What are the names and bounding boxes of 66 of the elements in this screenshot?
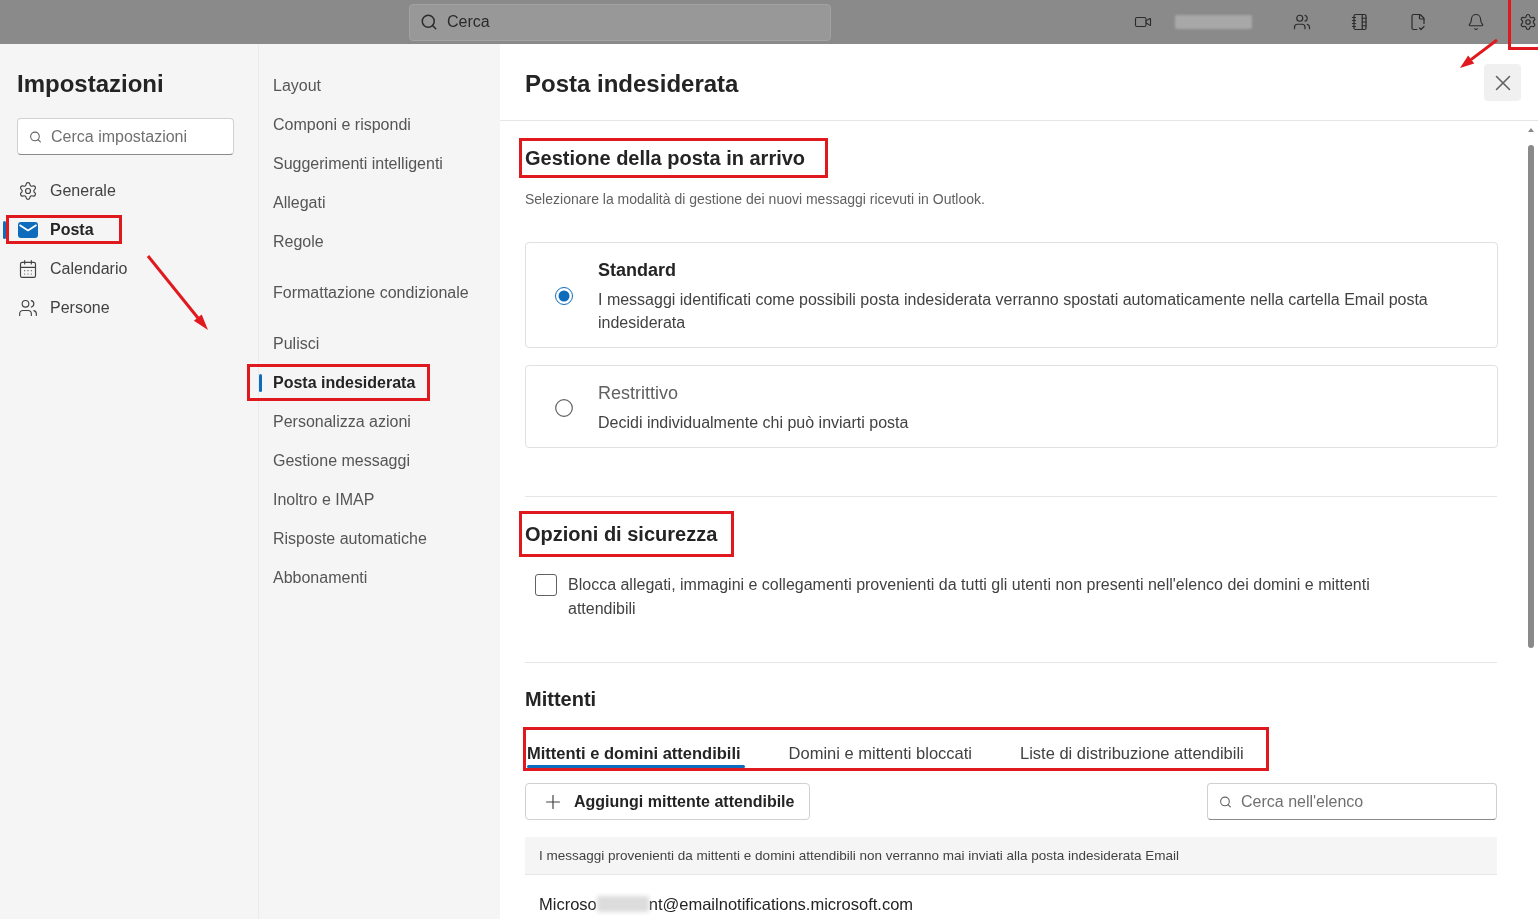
notifications-button[interactable] — [1466, 12, 1486, 32]
envelope-icon — [18, 221, 38, 238]
section-heading: Gestione della posta in arrivo — [525, 146, 806, 171]
nav-item[interactable]: Posta — [18, 218, 94, 241]
menu-item[interactable]: Personalizza azioni — [273, 410, 411, 433]
menu-item[interactable]: Abbonamenti — [273, 566, 368, 589]
nav-item[interactable]: Generale — [18, 179, 116, 202]
selection-bar — [3, 220, 6, 239]
option-description: I messaggi identificati come possibili posta indesiderata verranno spostati automaticamente nella cartella Email posta indesiderata — [598, 290, 1429, 333]
radio-button[interactable] — [555, 287, 573, 305]
bell-icon — [1467, 13, 1485, 31]
option-description: Decidi individualmente chi può inviarti posta — [598, 413, 910, 433]
menu-item[interactable]: Inoltro e IMAP — [273, 488, 375, 511]
panel-title: Posta indesiderata — [525, 69, 739, 99]
settings-icon — [1519, 13, 1537, 31]
arrow-icon — [1457, 37, 1500, 71]
menu-item[interactable]: Pulisci — [273, 332, 320, 355]
close-button[interactable] — [1484, 64, 1521, 101]
add-sender-button[interactable]: Aggiungi mittente attendibile — [525, 783, 811, 820]
notice-text: I messaggi provenienti da mittenti e domini attendibili non verranno mai inviati alla posta indesiderata Email — [539, 846, 1180, 865]
option-title: Restrittivo — [598, 382, 678, 405]
menu-item[interactable]: Layout — [273, 74, 322, 97]
search-icon — [420, 13, 438, 31]
notebook-icon — [1351, 13, 1369, 31]
menu-item[interactable]: Formattazione condizionale — [273, 281, 469, 304]
people-icon — [1293, 13, 1311, 31]
gear-icon — [18, 180, 38, 201]
menu-item[interactable]: Gestione messaggi — [273, 449, 410, 472]
menu-item[interactable]: Allegati — [273, 191, 326, 214]
menu-item[interactable]: Suggerimenti intelligenti — [273, 152, 443, 175]
document-check-icon — [1409, 13, 1427, 31]
sender-address: nt@emailnotifications.microsoft.com — [648, 894, 914, 915]
tab[interactable]: Domini e mittenti bloccati — [788, 730, 976, 768]
section-heading: Mittenti — [525, 687, 597, 712]
checkbox[interactable] — [535, 574, 557, 596]
scroll-up-icon[interactable] — [1528, 128, 1534, 132]
radio-button[interactable] — [555, 398, 573, 417]
tab[interactable]: Mittenti e domini attendibili — [527, 730, 745, 768]
nav-item[interactable]: Calendario — [18, 257, 128, 280]
search-field[interactable]: Cerca impostazioni — [17, 118, 234, 155]
menu-item[interactable]: Regole — [273, 230, 324, 253]
settings-button[interactable] — [1518, 12, 1538, 32]
blurred-block — [596, 896, 649, 912]
notebook-button[interactable] — [1350, 12, 1370, 32]
search-icon — [1219, 795, 1232, 808]
search-icon — [29, 130, 42, 143]
search-field[interactable]: Cerca nell'elenco — [1207, 783, 1497, 820]
scrollbar-thumb[interactable] — [1528, 145, 1534, 648]
people-icon — [18, 297, 38, 318]
calendar-icon — [18, 258, 38, 279]
tasks-button[interactable] — [1408, 12, 1428, 32]
checkbox-label: Blocca allegati, immagini e collegamenti provenienti da tutti gli utenti non presenti nell'elenco dei domini e mittenti attendibili — [568, 575, 1371, 619]
sender-address: Microso — [539, 894, 597, 915]
selection-bar — [259, 373, 262, 392]
section-description: Selezionare la modalità di gestione dei nuovi messaggi ricevuti in Outlook. — [525, 190, 985, 209]
option-title: Standard — [598, 259, 676, 282]
settings-title: Impostazioni — [17, 69, 164, 99]
menu-item[interactable]: Posta indesiderata — [273, 371, 416, 394]
menu-item[interactable]: Componi e rispondi — [273, 113, 411, 136]
people-button[interactable] — [1292, 12, 1312, 32]
tab[interactable]: Liste di distribuzione attendibili — [1020, 730, 1248, 768]
nav-item[interactable]: Persone — [18, 296, 110, 319]
section-heading: Opzioni di sicurezza — [525, 522, 718, 547]
search-field[interactable]: Cerca — [409, 3, 831, 41]
menu-item[interactable]: Risposte automatiche — [273, 527, 427, 550]
arrow-icon — [145, 253, 211, 333]
